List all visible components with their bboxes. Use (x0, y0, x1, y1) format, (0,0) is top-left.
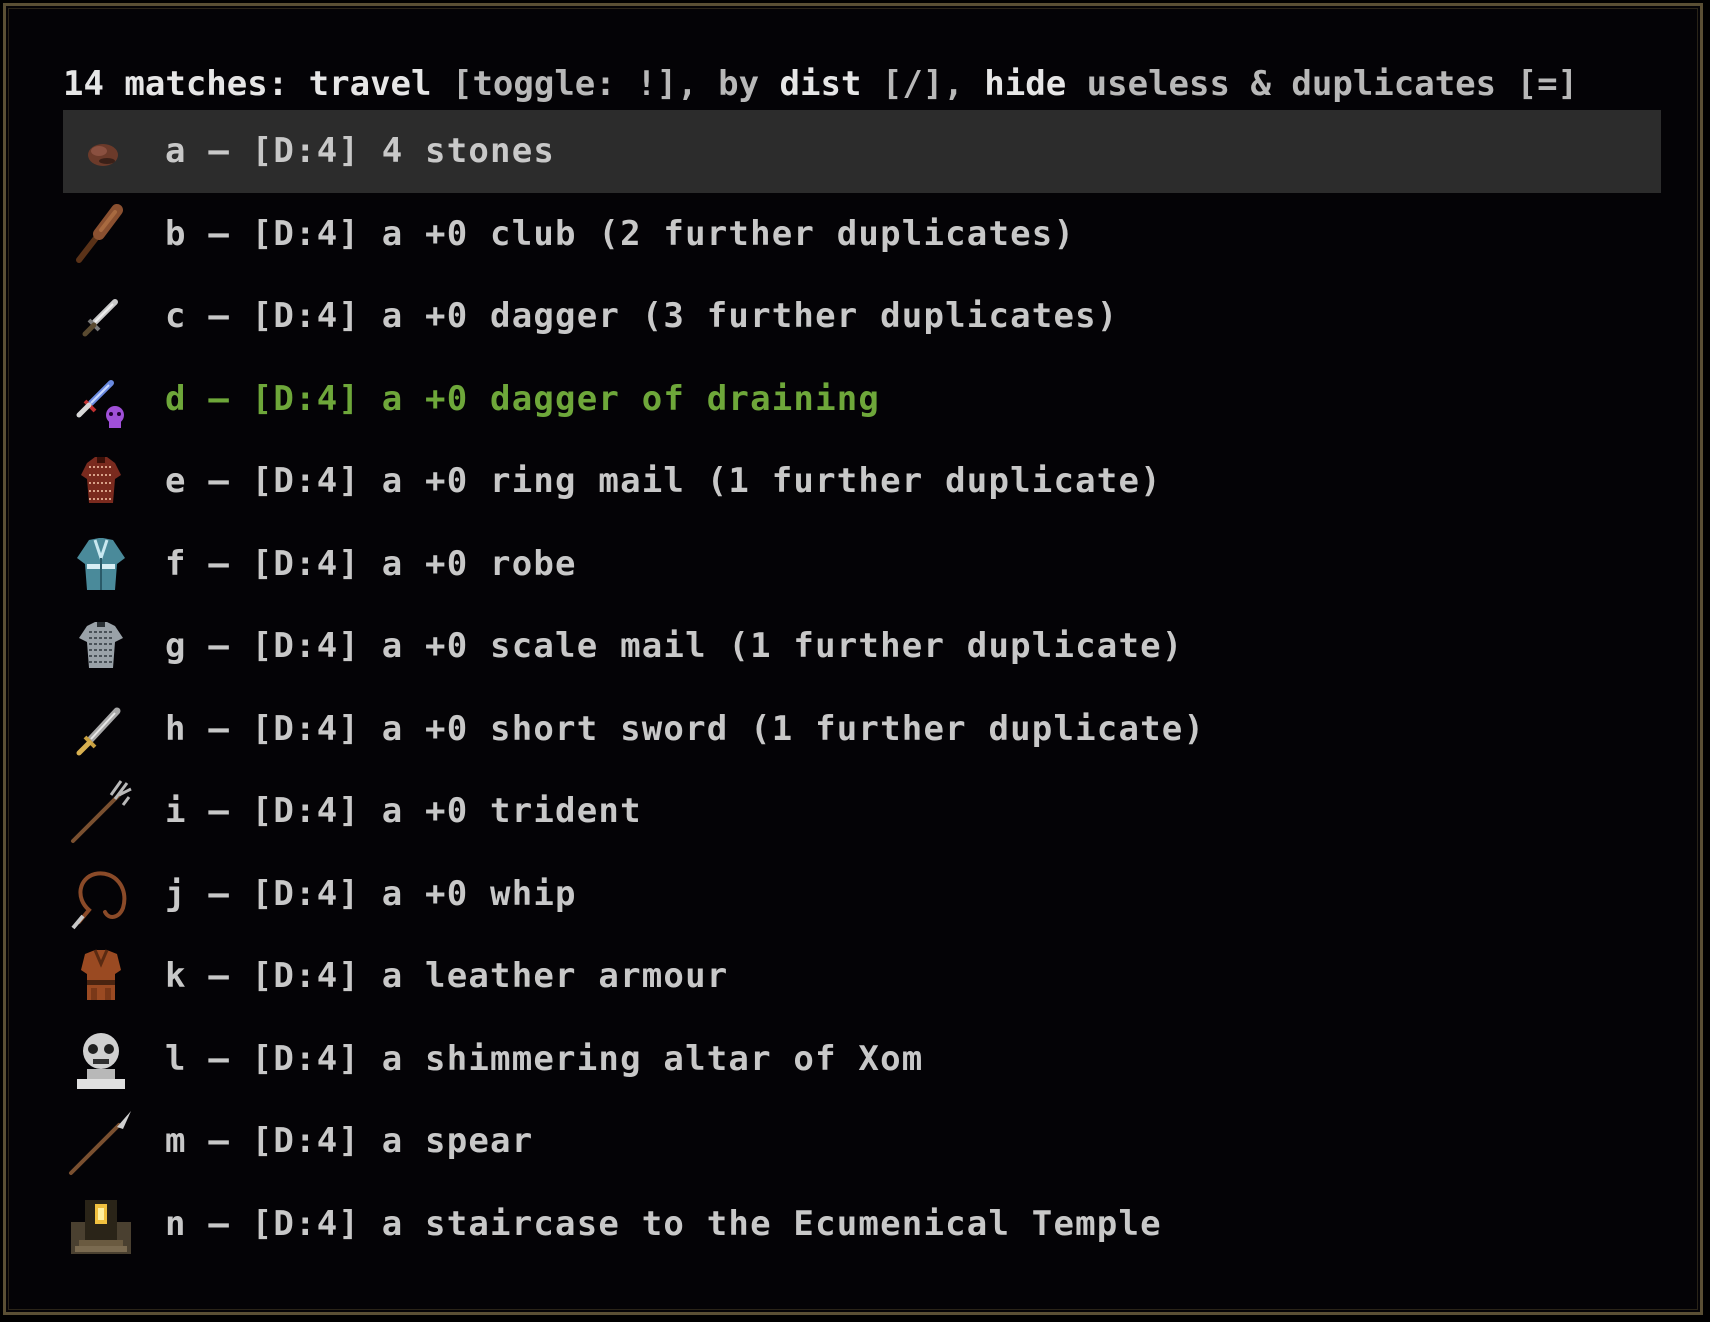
stone-icon (88, 144, 118, 167)
travel-mode[interactable]: travel (309, 64, 432, 104)
item-label: j – [D:4] a +0 whip (165, 873, 577, 914)
list-item[interactable]: m – [D:4] a spear (63, 1100, 1661, 1183)
item-label: d – [D:4] a +0 dagger of draining (165, 378, 881, 419)
item-label: g – [D:4] a +0 scale mail (1 further dup… (165, 626, 1184, 667)
useless-filter[interactable]: useless (1087, 64, 1230, 104)
altar-xom-icon (77, 1032, 125, 1089)
list-item[interactable]: l – [D:4] a shimmering altar of Xom (63, 1018, 1661, 1101)
ring-mail-icon (81, 457, 121, 504)
list-item[interactable]: k – [D:4] a leather armour (63, 935, 1661, 1018)
trident-icon (71, 780, 132, 844)
list-item[interactable]: a – [D:4] 4 stones (63, 110, 1661, 193)
item-label: i – [D:4] a +0 trident (165, 791, 642, 832)
item-label: n – [D:4] a staircase to the Ecumenical … (165, 1203, 1162, 1244)
item-label: f – [D:4] a +0 robe (165, 543, 577, 584)
item-label: l – [D:4] a shimmering altar of Xom (165, 1038, 924, 1079)
list-item[interactable]: f – [D:4] a +0 robe (63, 523, 1661, 606)
amp-label: & (1250, 64, 1271, 104)
item-label: h – [D:4] a +0 short sword (1 further du… (165, 708, 1206, 749)
duplicates-filter[interactable]: duplicates (1291, 64, 1496, 104)
results-list: a – [D:4] 4 stones b – [D:4] a +0 club (… (63, 110, 1661, 1265)
sort-key-hint: [/], (881, 64, 964, 104)
item-label: m – [D:4] a spear (165, 1121, 534, 1162)
scale-mail-icon (79, 622, 123, 669)
list-item[interactable]: g – [D:4] a +0 scale mail (1 further dup… (63, 605, 1661, 688)
whip-icon (71, 871, 127, 930)
spear-icon (69, 1111, 131, 1176)
item-label: k – [D:4] a leather armour (165, 956, 729, 997)
results-header: 14 matches: travel [toggle: !], by dist … (63, 64, 1578, 104)
list-item[interactable]: i – [D:4] a +0 trident (63, 770, 1661, 853)
temple-staircase-icon (71, 1199, 131, 1254)
leather-armour-icon (81, 949, 121, 1001)
item-label: a – [D:4] 4 stones (165, 131, 556, 172)
club-icon (76, 203, 123, 263)
list-item[interactable]: h – [D:4] a +0 short sword (1 further du… (63, 688, 1661, 771)
match-count: 14 matches: (63, 64, 289, 104)
item-label: b – [D:4] a +0 club (2 further duplicate… (165, 213, 1076, 254)
list-item[interactable]: c – [D:4] a +0 dagger (3 further duplica… (63, 275, 1661, 358)
list-item[interactable]: e – [D:4] a +0 ring mail (1 further dupl… (63, 440, 1661, 523)
search-results-window: 14 matches: travel [toggle: !], by dist … (3, 3, 1703, 1315)
list-item[interactable]: n – [D:4] a staircase to the Ecumenical … (63, 1183, 1661, 1266)
robe-icon (77, 537, 125, 590)
hide-label: hide (984, 64, 1067, 104)
filter-key-hint: [=] (1516, 64, 1579, 104)
toggle-hint: [toggle: !], (451, 64, 698, 104)
dagger-draining-icon (76, 379, 124, 428)
sort-dist[interactable]: dist (780, 64, 862, 104)
short-sword-icon (76, 707, 121, 756)
item-label: e – [D:4] a +0 ring mail (1 further dupl… (165, 461, 1162, 502)
list-item[interactable]: b – [D:4] a +0 club (2 further duplicate… (63, 193, 1661, 276)
by-label: by (718, 64, 760, 104)
list-item[interactable]: j – [D:4] a +0 whip (63, 853, 1661, 936)
dagger-icon (82, 299, 118, 337)
item-label: c – [D:4] a +0 dagger (3 further duplica… (165, 296, 1119, 337)
list-item[interactable]: d – [D:4] a +0 dagger of draining (63, 358, 1661, 441)
